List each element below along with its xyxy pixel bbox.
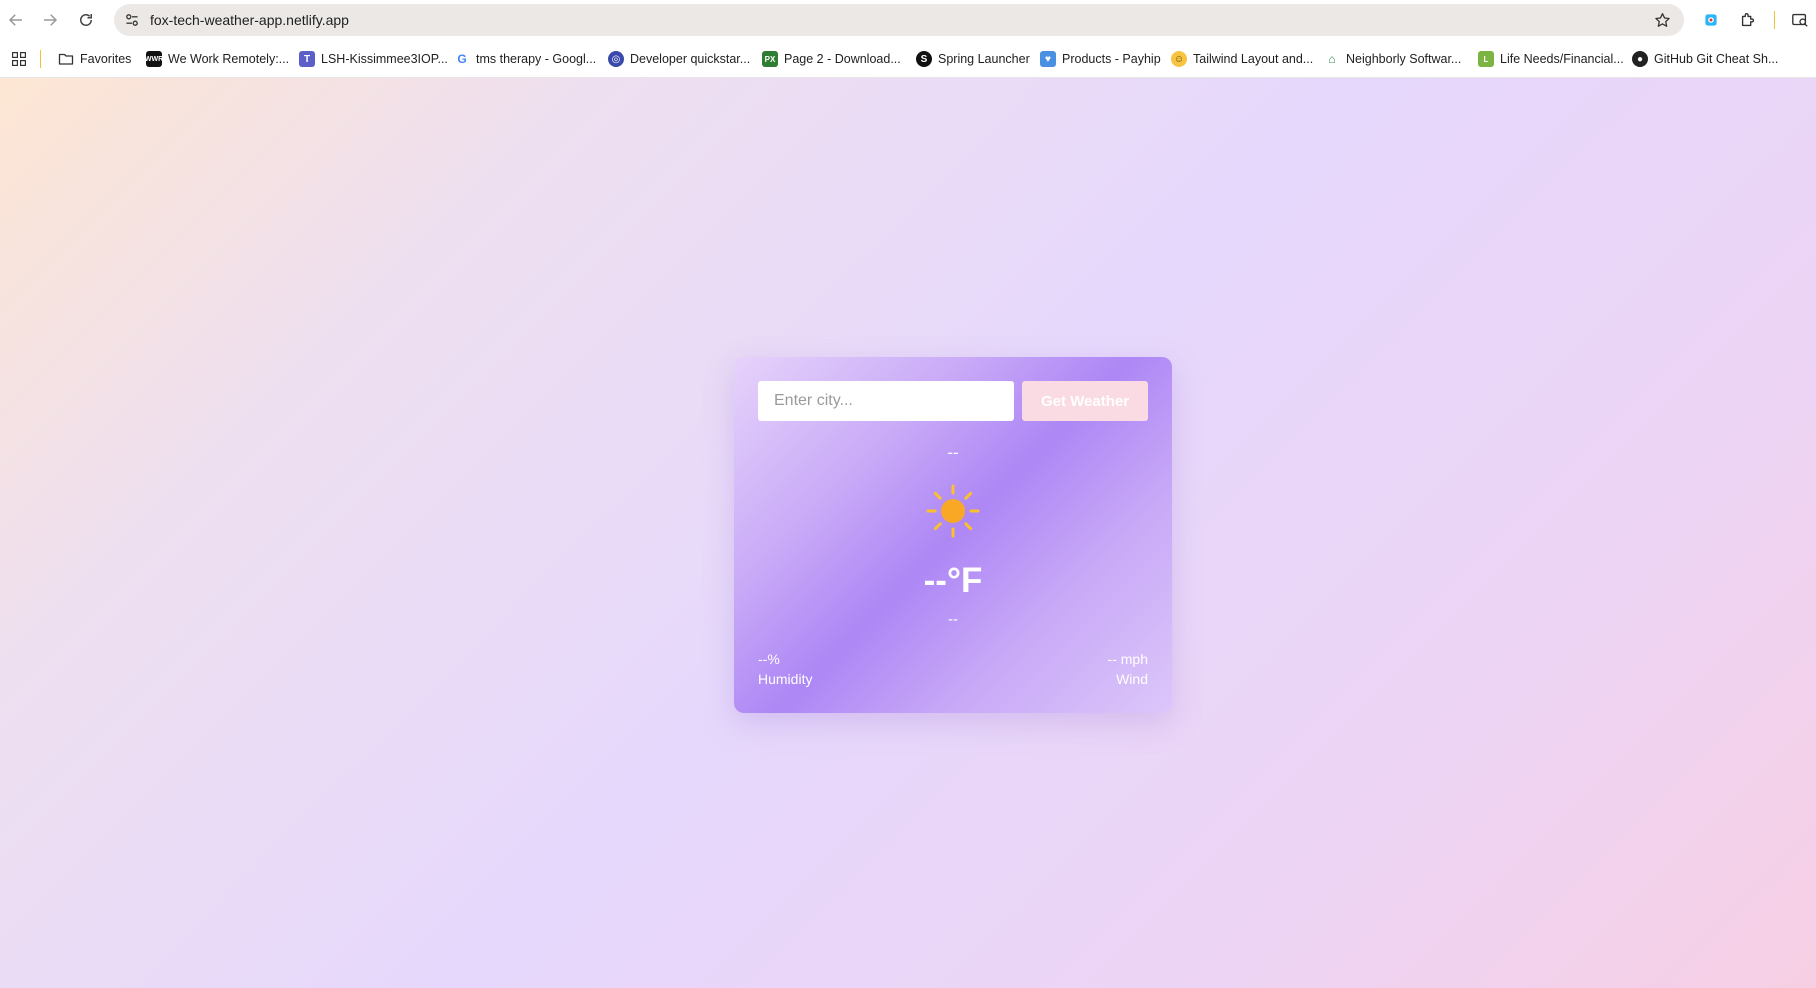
bookmark-tms-therapy[interactable]: G tms therapy - Googl... [454, 48, 596, 70]
bookmark-life-needs[interactable]: L Life Needs/Financial... [1478, 48, 1624, 70]
bookmark-star-icon[interactable] [1652, 10, 1672, 30]
life-needs-favicon: L [1478, 51, 1494, 67]
bookmark-label: GitHub Git Cheat Sh... [1654, 52, 1779, 66]
bookmark-label: Tailwind Layout and... [1193, 52, 1314, 66]
city-name: -- [947, 443, 959, 462]
toolbar-divider [1774, 11, 1775, 29]
site-info-icon[interactable] [122, 10, 142, 30]
bookmark-favorites[interactable]: Favorites [58, 48, 131, 70]
side-panel-search-icon[interactable] [1788, 8, 1812, 32]
bookmark-neighborly-software[interactable]: ⌂ Neighborly Softwar... [1324, 48, 1461, 70]
bookmarks-bar: Favorites WWR We Work Remotely:... T LSH… [0, 40, 1816, 78]
neighborly-favicon: ⌂ [1324, 51, 1340, 67]
bookmark-label: Page 2 - Download... [784, 52, 901, 66]
weather-description: -- [948, 611, 958, 628]
browser-toolbar: fox-tech-weather-app.netlify.app [0, 0, 1816, 40]
back-arrow-icon [8, 14, 22, 26]
bookmark-label: Favorites [80, 52, 132, 66]
humidity-stat: --% Humidity [758, 649, 812, 689]
tailwind-favicon: ☺ [1171, 51, 1187, 67]
folder-icon [58, 51, 74, 67]
forward-arrow-icon [44, 14, 58, 26]
wind-label: Wind [1116, 671, 1148, 687]
temperature-value: --°F [923, 561, 983, 600]
bookmark-page-2-download[interactable]: PX Page 2 - Download... [762, 48, 901, 70]
apps-grid-icon[interactable] [9, 49, 29, 69]
bookmarks-divider [40, 50, 41, 68]
bookmark-lsh-kissimmee[interactable]: T LSH-Kissimmee3IOP... [299, 48, 448, 70]
bookmark-label: Spring Launcher [938, 52, 1030, 66]
weather-card: Get Weather -- --°F -- --% Humidity -- m… [734, 357, 1172, 713]
sun-icon [926, 484, 980, 538]
address-bar[interactable]: fox-tech-weather-app.netlify.app [114, 4, 1684, 36]
humidity-value: --% [758, 651, 780, 667]
bookmark-developer-quickstart[interactable]: ◎ Developer quickstar... [608, 48, 750, 70]
bookmark-products-payhip[interactable]: ♥ Products - Payhip [1040, 48, 1161, 70]
bookmark-label: Life Needs/Financial... [1500, 52, 1624, 66]
wind-value: -- mph [1107, 651, 1148, 667]
wind-stat: -- mph Wind [1108, 649, 1148, 689]
payhip-favicon: ♥ [1040, 51, 1056, 67]
github-favicon: ● [1632, 51, 1648, 67]
wwr-favicon: WWR [145, 51, 163, 67]
back-button[interactable] [4, 8, 28, 32]
bookmark-label: Products - Payhip [1062, 52, 1161, 66]
bookmark-label: We Work Remotely:... [168, 52, 290, 66]
bookmark-label: Neighborly Softwar... [1346, 52, 1462, 66]
bookmark-label: tms therapy - Googl... [476, 52, 597, 66]
reload-icon [80, 14, 92, 26]
get-weather-button[interactable]: Get Weather [1022, 381, 1148, 421]
google-favicon: G [454, 51, 470, 67]
developer-favicon: ◎ [608, 51, 624, 67]
url-text: fox-tech-weather-app.netlify.app [150, 12, 349, 28]
page-viewport: Get Weather -- --°F -- --% Humidity -- m… [0, 78, 1816, 988]
forward-button[interactable] [38, 8, 62, 32]
bookmark-tailwind-layout[interactable]: ☺ Tailwind Layout and... [1171, 48, 1313, 70]
teams-favicon: T [299, 51, 315, 67]
humidity-label: Humidity [758, 671, 813, 687]
bookmark-we-work-remotely[interactable]: WWR We Work Remotely:... [145, 48, 290, 70]
extension-icon[interactable] [1699, 8, 1723, 32]
reload-button[interactable] [74, 8, 98, 32]
bookmark-spring-launcher[interactable]: S Spring Launcher [916, 48, 1030, 70]
px-favicon: PX [762, 51, 778, 67]
bookmark-github-cheat-sheet[interactable]: ● GitHub Git Cheat Sh... [1632, 48, 1778, 70]
spring-favicon: S [916, 51, 932, 67]
bookmark-label: Developer quickstar... [630, 52, 751, 66]
city-search-input[interactable] [758, 381, 1014, 421]
extensions-puzzle-icon[interactable] [1736, 8, 1760, 32]
bookmark-label: LSH-Kissimmee3IOP... [321, 52, 448, 66]
